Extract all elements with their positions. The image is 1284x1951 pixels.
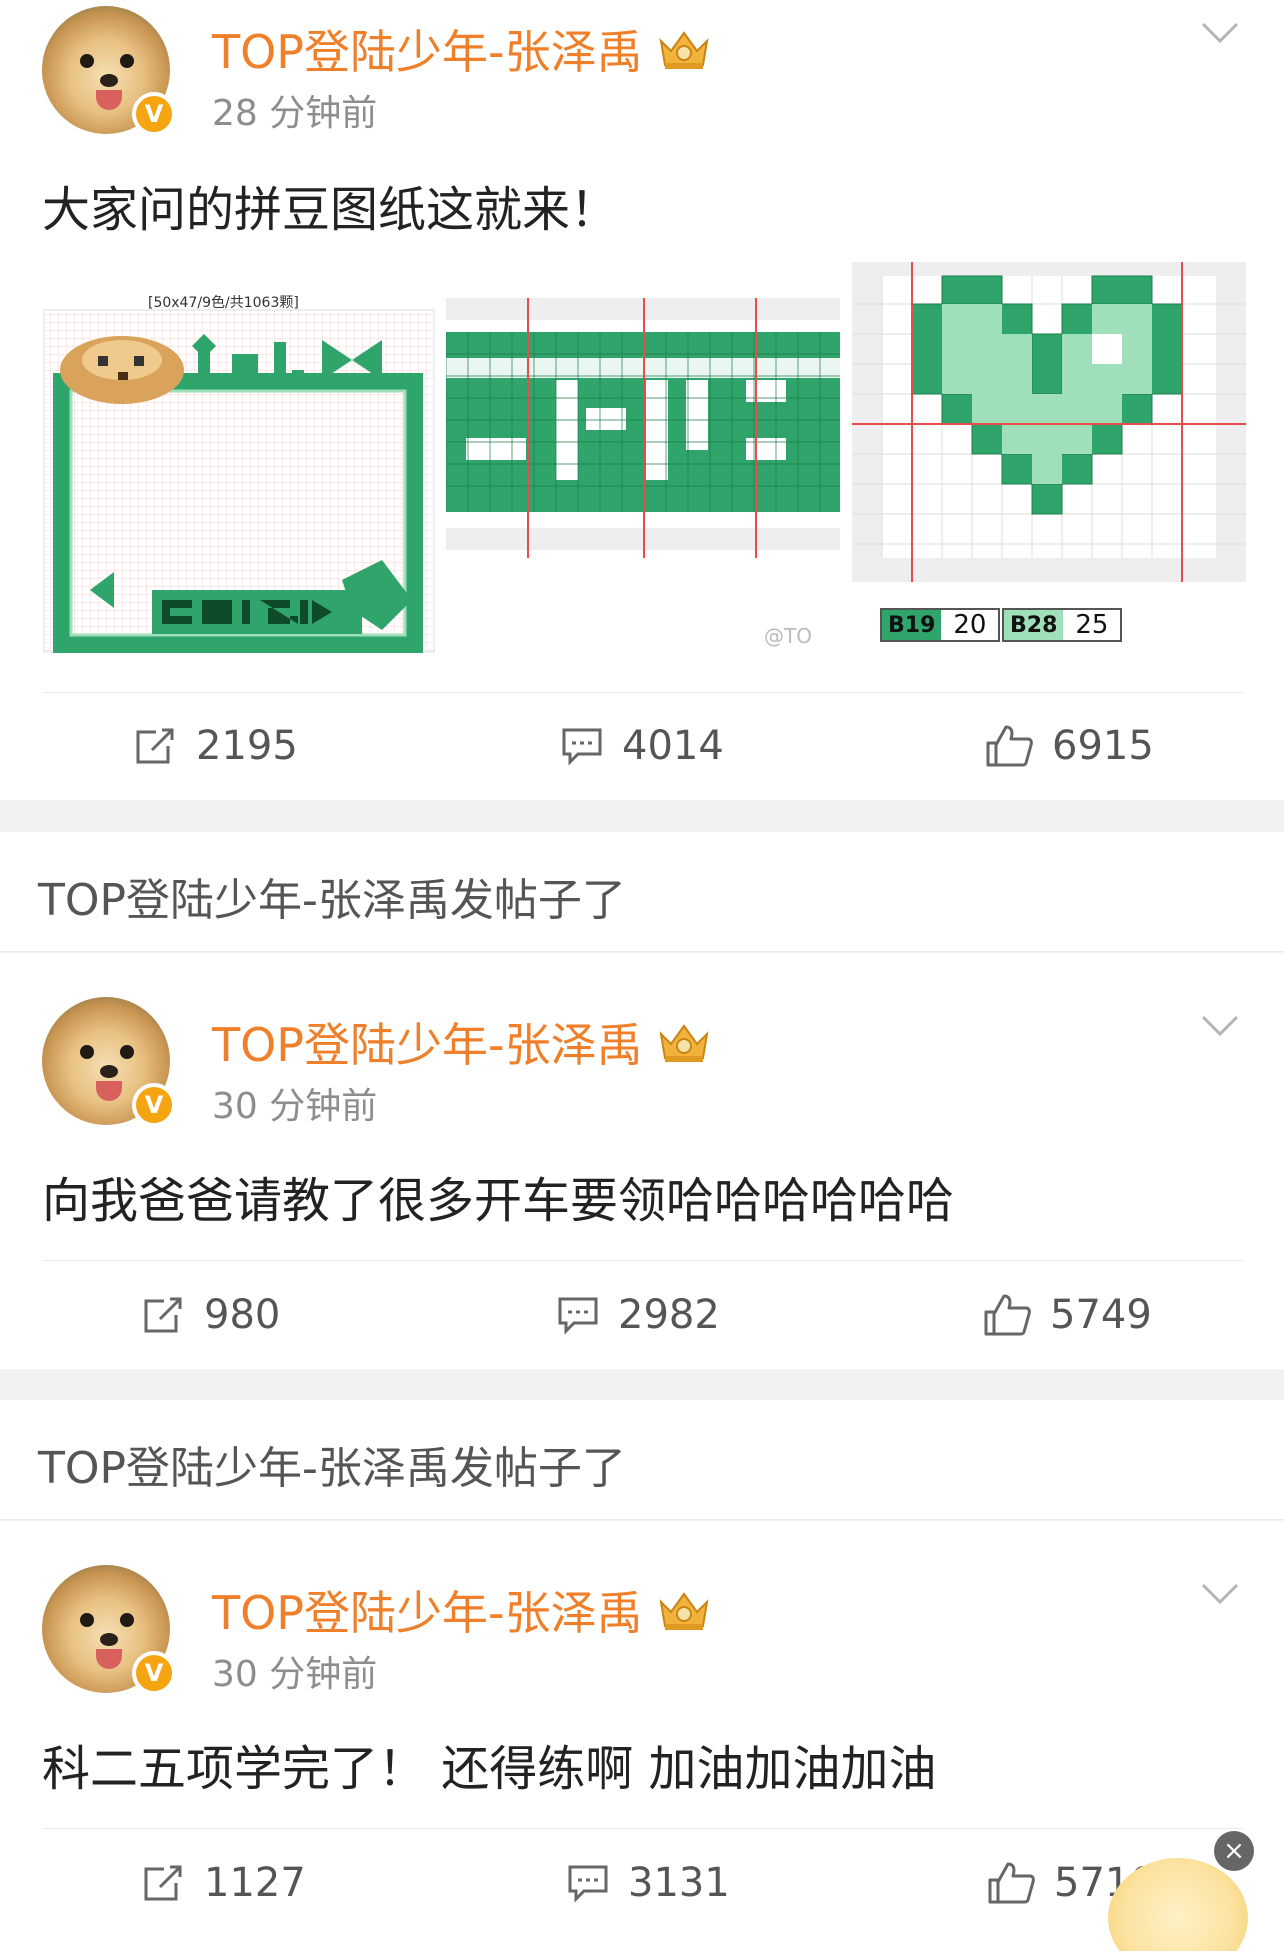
like-icon — [988, 1862, 1035, 1904]
avatar[interactable]: V — [42, 1565, 176, 1695]
verified-badge-icon: V — [132, 1651, 176, 1695]
comment-icon — [562, 728, 602, 766]
repost-icon — [144, 1865, 182, 1901]
action-bar: 1127 3131 5710 — [0, 1833, 1284, 1933]
avatar-mouth — [96, 1649, 122, 1669]
verified-badge-icon: V — [132, 1083, 176, 1127]
username-text[interactable]: TOP登陆少年-张泽禹 — [212, 1009, 643, 1075]
username[interactable]: TOP登陆少年-张泽禹 — [212, 16, 711, 82]
legend-code: B19 — [882, 610, 942, 640]
avatar-eye — [120, 1613, 134, 1627]
avatar-eye — [80, 54, 94, 68]
post-image-1[interactable]: [50x47/9色/共1063颗] — [42, 290, 436, 654]
image-watermark: @TO — [764, 624, 812, 648]
legend-count: 20 — [953, 610, 987, 640]
notification-banner[interactable]: TOP登陆少年-张泽禹发帖子了 — [0, 1400, 1284, 1520]
post-text: 向我爸爸请教了很多开车要领哈哈哈哈哈哈 — [42, 1173, 955, 1229]
legend-count: 25 — [1075, 610, 1109, 640]
bead-pattern-strip — [446, 298, 840, 558]
bead-pattern-frame — [43, 309, 435, 653]
bead-pattern-heart — [852, 262, 1246, 582]
avatar-eye — [80, 1613, 94, 1627]
crown-icon — [657, 1020, 711, 1064]
action-bar: 2195 4014 6915 — [0, 696, 1284, 796]
repost-button[interactable]: 980 — [142, 1265, 280, 1365]
repost-icon — [136, 728, 174, 764]
like-button[interactable]: 5749 — [982, 1265, 1152, 1365]
crown-icon — [657, 1588, 711, 1632]
avatar-nose — [100, 74, 118, 87]
avatar-eye — [80, 1045, 94, 1059]
comment-icon — [558, 1297, 598, 1335]
username[interactable]: TOP登陆少年-张泽禹 — [212, 1577, 711, 1643]
crown-icon — [657, 27, 711, 71]
comment-button[interactable]: 4014 — [560, 696, 724, 796]
legend-code: B28 — [1004, 610, 1064, 640]
comment-count: 2982 — [618, 1292, 720, 1338]
close-icon[interactable]: × — [1214, 1831, 1254, 1871]
avatar-mouth — [96, 1081, 122, 1101]
action-bar: 980 2982 5749 — [0, 1265, 1284, 1365]
comment-icon — [568, 1865, 608, 1903]
avatar[interactable]: V — [42, 6, 176, 136]
repost-count: 2195 — [196, 723, 298, 769]
post-text: 大家问的拼豆图纸这就来！ — [42, 182, 619, 238]
repost-count: 1127 — [204, 1860, 306, 1906]
avatar-mouth — [96, 90, 122, 110]
post-card: V TOP登陆少年-张泽禹 30 分钟前 科二五项学完了！ 还得练啊 加油加油加… — [0, 1521, 1284, 1951]
like-icon — [986, 725, 1033, 767]
repost-count: 980 — [204, 1292, 281, 1338]
post-text: 科二五项学完了！ 还得练啊 加油加油加油 — [42, 1741, 937, 1797]
username-text[interactable]: TOP登陆少年-张泽禹 — [212, 16, 643, 82]
like-count: 6915 — [1052, 723, 1154, 769]
like-count: 5749 — [1050, 1292, 1152, 1338]
comment-count: 3131 — [628, 1860, 730, 1906]
username[interactable]: TOP登陆少年-张泽禹 — [212, 1009, 711, 1075]
repost-button[interactable]: 1127 — [142, 1833, 306, 1933]
repost-icon — [144, 1297, 182, 1333]
post-card: V TOP登陆少年-张泽禹 28 分钟前 大家问的拼豆图纸这就来！ [50x47… — [0, 0, 1284, 800]
post-image-2[interactable]: @TO — [446, 298, 840, 656]
post-image-3[interactable]: B19 20 B28 25 — [852, 262, 1246, 654]
comment-count: 4014 — [622, 723, 724, 769]
banner-text: TOP登陆少年-张泽禹发帖子了 — [38, 1443, 626, 1494]
legend-item: B28 25 — [1002, 608, 1123, 642]
divider — [42, 692, 1244, 693]
avatar-eye — [120, 54, 134, 68]
repost-button[interactable]: 2195 — [134, 696, 298, 796]
chevron-down-icon[interactable] — [1200, 1581, 1240, 1607]
divider — [42, 1828, 1244, 1829]
notification-banner[interactable]: TOP登陆少年-张泽禹发帖子了 — [0, 832, 1284, 952]
banner-text: TOP登陆少年-张泽禹发帖子了 — [38, 875, 626, 926]
avatar-nose — [100, 1633, 118, 1646]
chevron-down-icon[interactable] — [1200, 20, 1240, 46]
divider — [42, 1260, 1244, 1261]
avatar-eye — [120, 1045, 134, 1059]
post-time: 30 分钟前 — [212, 1086, 378, 1127]
username-text[interactable]: TOP登陆少年-张泽禹 — [212, 1577, 643, 1643]
chevron-down-icon[interactable] — [1200, 1013, 1240, 1039]
avatar-nose — [100, 1065, 118, 1078]
post-time: 28 分钟前 — [212, 93, 378, 134]
post-card: V TOP登陆少年-张泽禹 30 分钟前 向我爸爸请教了很多开车要领哈哈哈哈哈哈… — [0, 953, 1284, 1369]
post-time: 30 分钟前 — [212, 1654, 378, 1695]
comment-button[interactable]: 2982 — [556, 1265, 720, 1365]
legend-item: B19 20 — [880, 608, 1001, 642]
avatar[interactable]: V — [42, 997, 176, 1127]
verified-badge-icon: V — [132, 92, 176, 136]
comment-button[interactable]: 3131 — [566, 1833, 730, 1933]
like-button[interactable]: 6915 — [984, 696, 1154, 796]
like-icon — [984, 1294, 1031, 1336]
